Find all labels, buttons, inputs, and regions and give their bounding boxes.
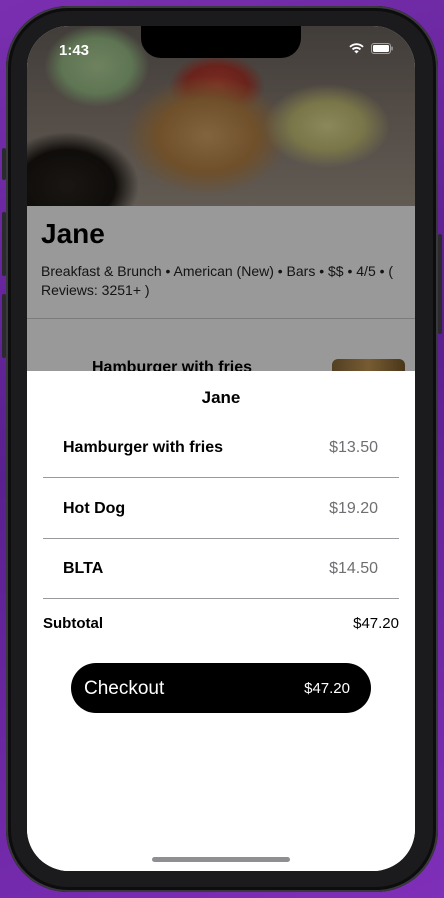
checkout-amount: $47.20 <box>304 680 350 697</box>
home-indicator[interactable] <box>152 857 290 862</box>
status-icons <box>348 42 393 54</box>
checkout-button[interactable]: Checkout $47.20 <box>71 663 371 713</box>
cart-item-name: BLTA <box>63 560 104 577</box>
volume-down-button <box>2 294 6 358</box>
subtotal-label: Subtotal <box>43 615 103 632</box>
cart-item-price: $14.50 <box>329 560 378 577</box>
sheet-title: Jane <box>201 388 241 407</box>
cart-item-name: Hamburger with fries <box>63 439 224 456</box>
subtotal-value: $47.20 <box>353 615 399 632</box>
cart-item[interactable]: BLTA $14.50 <box>43 539 399 599</box>
cart-item-name: Hot Dog <box>63 500 126 517</box>
cart-sheet: Jane Hamburger with fries $13.50 Hot Dog… <box>27 371 415 871</box>
notch <box>141 26 301 58</box>
cart-item[interactable]: Hot Dog $19.20 <box>43 479 399 539</box>
checkout-label: Checkout <box>84 678 165 699</box>
power-button <box>438 234 442 334</box>
divider <box>43 598 399 599</box>
cart-item-price: $19.20 <box>329 500 378 517</box>
battery-icon <box>371 42 393 54</box>
side-button <box>2 148 6 180</box>
volume-up-button <box>2 212 6 276</box>
status-time: 1:43 <box>59 42 90 59</box>
divider <box>43 477 399 478</box>
wifi-icon <box>349 43 364 54</box>
cart-item-price: $13.50 <box>329 439 378 456</box>
screen: Jane Breakfast & Brunch • American (New)… <box>27 26 415 871</box>
modal-overlay[interactable] <box>27 26 415 371</box>
cart-item[interactable]: Hamburger with fries $13.50 <box>43 418 399 478</box>
